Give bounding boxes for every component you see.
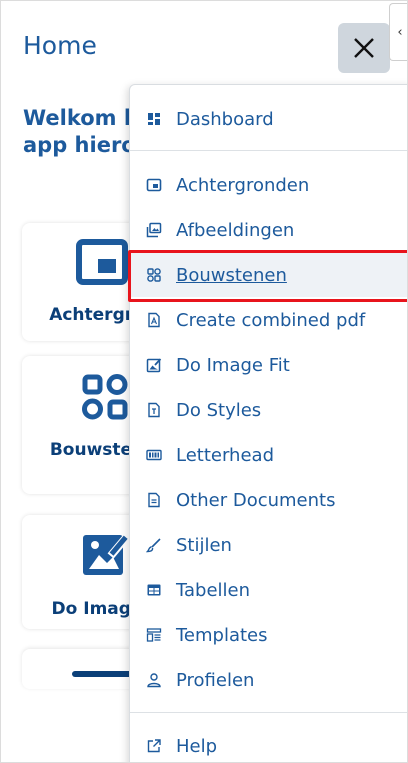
menu-item-stijlen[interactable]: Stijlen bbox=[130, 523, 407, 567]
nav-menu: Dashboard Achtergronden Afbeeldingen Bou… bbox=[129, 84, 407, 762]
menu-item-tabellen[interactable]: Tabellen bbox=[130, 568, 407, 612]
images-icon bbox=[146, 222, 162, 238]
letterhead-icon bbox=[146, 449, 162, 461]
card-partial-icon bbox=[72, 671, 132, 677]
menu-item-do-image-fit[interactable]: Do Image Fit bbox=[130, 343, 407, 387]
image-edit-icon bbox=[83, 533, 129, 575]
close-icon bbox=[354, 38, 374, 58]
menu-item-dashboard[interactable]: Dashboard bbox=[130, 97, 407, 141]
card-achtergronden[interactable]: Achtergro bbox=[22, 223, 145, 341]
menu-item-achtergronden[interactable]: Achtergronden bbox=[130, 163, 407, 207]
templates-icon bbox=[146, 628, 162, 642]
close-button[interactable] bbox=[338, 23, 390, 73]
menu-item-templates[interactable]: Templates bbox=[130, 613, 407, 657]
menu-item-help[interactable]: Help bbox=[130, 724, 407, 762]
brush-icon bbox=[146, 538, 161, 553]
blocks-icon bbox=[82, 374, 128, 420]
menu-divider bbox=[130, 712, 407, 713]
document-icon bbox=[148, 492, 160, 508]
chevron-left-icon: ‹ bbox=[397, 24, 403, 40]
card-do-image[interactable]: Do Image bbox=[22, 515, 142, 629]
card-partial[interactable] bbox=[22, 649, 142, 689]
menu-item-profielen[interactable]: Profielen bbox=[130, 658, 407, 702]
menu-divider bbox=[130, 150, 407, 151]
menu-item-create-combined-pdf[interactable]: Create combined pdf bbox=[130, 298, 407, 342]
menu-item-bouwstenen[interactable]: Bouwstenen bbox=[130, 253, 407, 297]
menu-item-letterhead[interactable]: Letterhead bbox=[130, 433, 407, 477]
blocks-icon bbox=[147, 268, 161, 282]
table-icon bbox=[147, 584, 161, 596]
menu-item-other-documents[interactable]: Other Documents bbox=[130, 478, 407, 522]
dashboard-icon bbox=[148, 113, 160, 125]
app-frame: Home Welkom b app hiero Achtergro Bouwst… bbox=[0, 0, 408, 763]
background-icon bbox=[76, 239, 128, 285]
background-icon bbox=[146, 178, 162, 192]
card-bouwstenen[interactable]: Bouwsten bbox=[22, 356, 144, 494]
user-icon bbox=[147, 673, 161, 688]
styles-icon bbox=[148, 402, 160, 418]
menu-item-afbeeldingen[interactable]: Afbeeldingen bbox=[130, 208, 407, 252]
external-link-icon bbox=[147, 739, 161, 753]
image-fit-icon bbox=[146, 358, 162, 373]
page-title: Home bbox=[23, 31, 97, 60]
menu-item-do-styles[interactable]: Do Styles bbox=[130, 388, 407, 432]
pdf-icon bbox=[148, 312, 160, 328]
collapse-tab[interactable]: ‹ bbox=[389, 3, 407, 61]
